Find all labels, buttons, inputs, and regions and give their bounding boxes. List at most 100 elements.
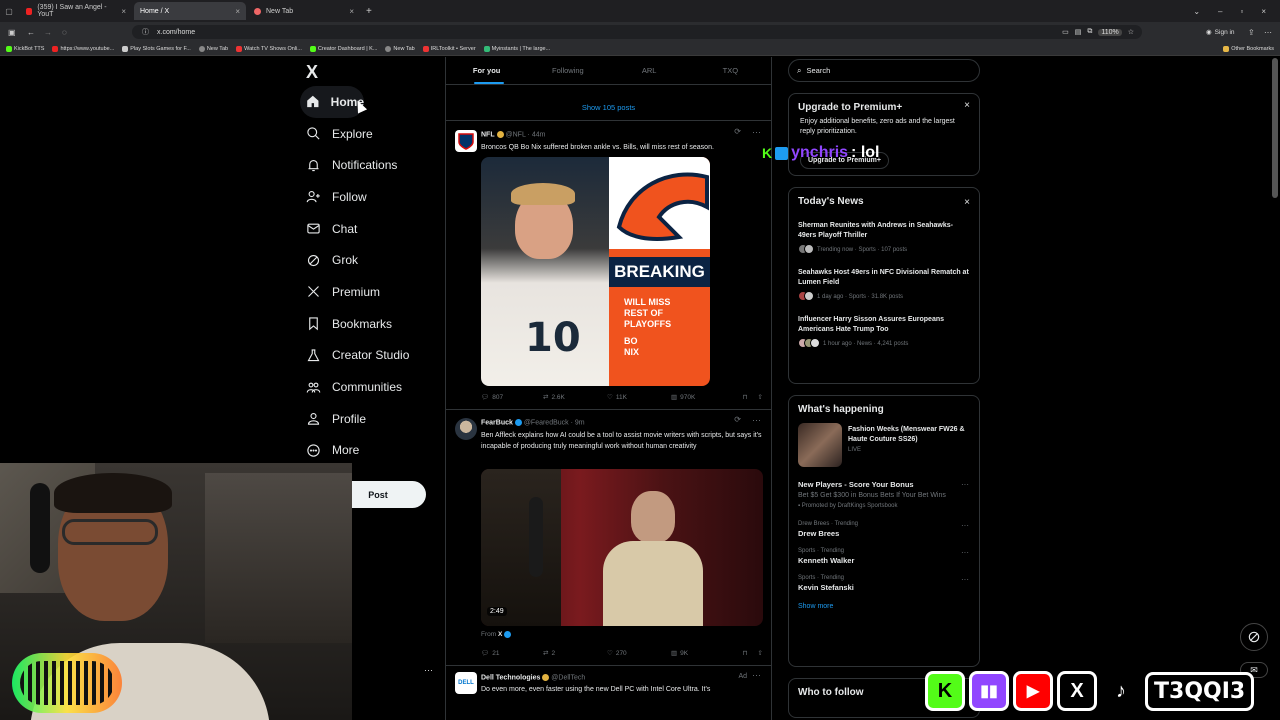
page-scrollbar[interactable] — [1272, 58, 1278, 198]
tab-search-chevron-icon[interactable]: ⌄ — [1193, 7, 1200, 16]
author-name[interactable]: FearBuck — [481, 419, 513, 426]
tweet-more-icon[interactable]: ··· — [752, 127, 761, 137]
tweet-time[interactable]: 9m — [575, 419, 585, 426]
tweet-nfl[interactable]: NFL @NFL · 44m ⟳ ··· Broncos QB Bo Nix s… — [446, 121, 771, 410]
menu-dots-icon[interactable]: ⋯ — [1264, 28, 1272, 37]
extensions-icon[interactable]: ⧉ — [1087, 28, 1092, 36]
nav-bookmarks[interactable]: Bookmarks — [300, 308, 440, 340]
like-button[interactable]: ♡ 11K — [607, 393, 671, 402]
author-handle[interactable]: @DellTech — [551, 674, 585, 681]
address-bar[interactable]: ⓘ x.com/home ▭ ▤ ⧉ 110% ☆ — [132, 25, 1142, 39]
loading-spinner-icon[interactable]: ◌ — [62, 28, 67, 37]
nav-explore[interactable]: Explore — [300, 118, 440, 150]
close-icon[interactable]: × — [964, 100, 970, 111]
tweet-video[interactable]: 2:49 — [481, 469, 763, 626]
reply-button[interactable]: 💬︎ 807 — [481, 393, 543, 402]
trend-more-icon[interactable]: ··· — [961, 548, 969, 557]
sidebar-toggle-icon[interactable]: ▣ — [8, 28, 16, 37]
bookmark-icon[interactable]: ⊓ — [742, 649, 747, 657]
tweet-more-icon[interactable]: ··· — [752, 415, 761, 425]
tab-actions-icon[interactable]: ▢ — [0, 7, 18, 16]
reader-icon[interactable]: ▤ — [1075, 28, 1082, 36]
close-window-icon[interactable]: × — [1261, 7, 1266, 16]
tweet-time[interactable]: 44m — [532, 131, 546, 138]
browser-tab-youtube[interactable]: (359) I Saw an Angel - YouT × — [20, 2, 132, 20]
trend-item[interactable]: Drew Brees · Trending Drew Brees ··· — [789, 516, 979, 543]
bookmark-item[interactable]: Watch TV Shows Onli... — [236, 45, 302, 52]
close-tab-icon[interactable]: × — [235, 7, 240, 16]
site-info-icon[interactable]: ⓘ — [142, 27, 149, 37]
back-icon[interactable]: ← — [27, 28, 35, 37]
dell-logo-icon[interactable]: DELL — [455, 672, 477, 694]
trend-more-icon[interactable]: ··· — [961, 480, 969, 489]
nav-notifications[interactable]: Notifications — [300, 149, 440, 181]
screenshot-icon[interactable]: ▭ — [1062, 28, 1069, 36]
tab-for-you[interactable]: For you — [446, 57, 527, 84]
share-icon[interactable]: ⇧ — [758, 649, 763, 657]
avatar[interactable] — [455, 418, 477, 440]
nav-premium[interactable]: Premium — [300, 276, 440, 308]
nav-creator-studio[interactable]: Creator Studio — [300, 340, 440, 372]
tweet-fearbuck[interactable]: FearBuck @FearedBuck · 9m ⟳ ··· Ben Affl… — [446, 410, 771, 666]
bookmark-item[interactable]: https://www.youtube... — [52, 45, 114, 52]
nav-follow[interactable]: Follow — [300, 181, 440, 213]
nav-profile[interactable]: Profile — [300, 403, 440, 435]
bookmark-item[interactable]: Play Slots Games for F... — [122, 45, 191, 52]
promoted-trend[interactable]: New Players - Score Your Bonus Bet $5 Ge… — [789, 475, 979, 514]
author-name[interactable]: NFL — [481, 131, 495, 138]
bookmark-star-icon[interactable]: ☆ — [1128, 28, 1134, 36]
repost-button[interactable]: ⇄ 2.6K — [543, 393, 607, 402]
news-item[interactable]: Influencer Harry Sisson Assures European… — [789, 309, 979, 356]
browser-tab-x-home[interactable]: Home / X × — [134, 2, 246, 20]
views-button[interactable]: ▥ 9K — [671, 649, 731, 658]
show-more-link[interactable]: Show more — [789, 597, 979, 616]
share-icon[interactable]: ⇧ — [758, 393, 763, 401]
other-bookmarks[interactable]: Other Bookmarks — [1223, 45, 1280, 52]
account-menu-dots-icon[interactable]: ··· — [424, 665, 433, 675]
nav-grok[interactable]: Grok — [300, 244, 440, 276]
zoom-level[interactable]: 110% — [1098, 28, 1122, 36]
tab-following[interactable]: Following — [527, 57, 608, 84]
minimize-window-icon[interactable]: – — [1218, 7, 1222, 16]
source-handle[interactable]: X — [498, 631, 502, 638]
repost-button[interactable]: ⇄ 2 — [543, 649, 607, 658]
bookmark-item[interactable]: Myinstants | The large... — [483, 45, 550, 52]
author-handle[interactable]: @FearedBuck — [524, 419, 569, 426]
close-icon[interactable]: × — [964, 197, 970, 208]
grok-analyze-icon[interactable]: ⟳ — [734, 415, 741, 424]
x-logo-icon[interactable]: X — [300, 58, 440, 86]
news-item[interactable]: Seahawks Host 49ers in NFC Divisional Re… — [789, 262, 979, 309]
sign-in-button[interactable]: ◉ Sign in — [1206, 28, 1235, 37]
nav-more[interactable]: More — [300, 435, 440, 467]
trend-more-icon[interactable]: ··· — [961, 521, 969, 530]
maximize-window-icon[interactable]: ▫ — [1240, 7, 1243, 16]
new-tab-plus-icon[interactable]: + — [366, 6, 372, 17]
event-item[interactable]: Fashion Weeks (Menswear FW26 & Haute Cou… — [789, 423, 979, 475]
tab-txq[interactable]: TXQ — [690, 57, 771, 84]
trend-item[interactable]: Sports · Trending Kenneth Walker ··· — [789, 543, 979, 570]
tweet-image[interactable]: 10 BREAKING WILL MISS REST OF PLAYOFFS B… — [481, 157, 710, 386]
grok-analyze-icon[interactable]: ⟳ — [734, 127, 741, 136]
nav-communities[interactable]: Communities — [300, 371, 440, 403]
browser-tab-new-tab[interactable]: New Tab × — [248, 2, 360, 20]
trend-item[interactable]: Sports · Trending Kevin Stefanski ··· — [789, 570, 979, 597]
views-button[interactable]: ▥ 970K — [671, 393, 731, 402]
search-input[interactable]: ⌕ Search — [788, 59, 980, 82]
bookmark-item[interactable]: Creator Dashboard | K... — [309, 45, 377, 52]
reply-button[interactable]: 💬︎ 21 — [481, 649, 543, 658]
grok-float-button[interactable] — [1240, 623, 1268, 651]
bookmark-item[interactable]: New Tab — [385, 45, 415, 52]
tab-arl[interactable]: ARL — [609, 57, 690, 84]
bookmark-item[interactable]: IRLToolkit • Server — [422, 45, 476, 52]
tweet-dell-ad[interactable]: DELL Dell Technologies @DellTech Ad ··· … — [446, 666, 771, 720]
bookmark-item[interactable]: KickBot TTS — [6, 45, 44, 52]
tweet-more-icon[interactable]: ··· — [752, 670, 761, 680]
author-name[interactable]: Dell Technologies — [481, 674, 540, 681]
close-tab-icon[interactable]: × — [349, 7, 354, 16]
share-icon[interactable]: ⇪ — [1248, 28, 1255, 37]
author-handle[interactable]: @NFL — [506, 131, 526, 138]
news-item[interactable]: Sherman Reunites with Andrews in Seahawk… — [789, 215, 979, 262]
nav-chat[interactable]: Chat — [300, 213, 440, 245]
like-button[interactable]: ♡ 270 — [607, 649, 671, 658]
avatar[interactable] — [455, 130, 477, 152]
